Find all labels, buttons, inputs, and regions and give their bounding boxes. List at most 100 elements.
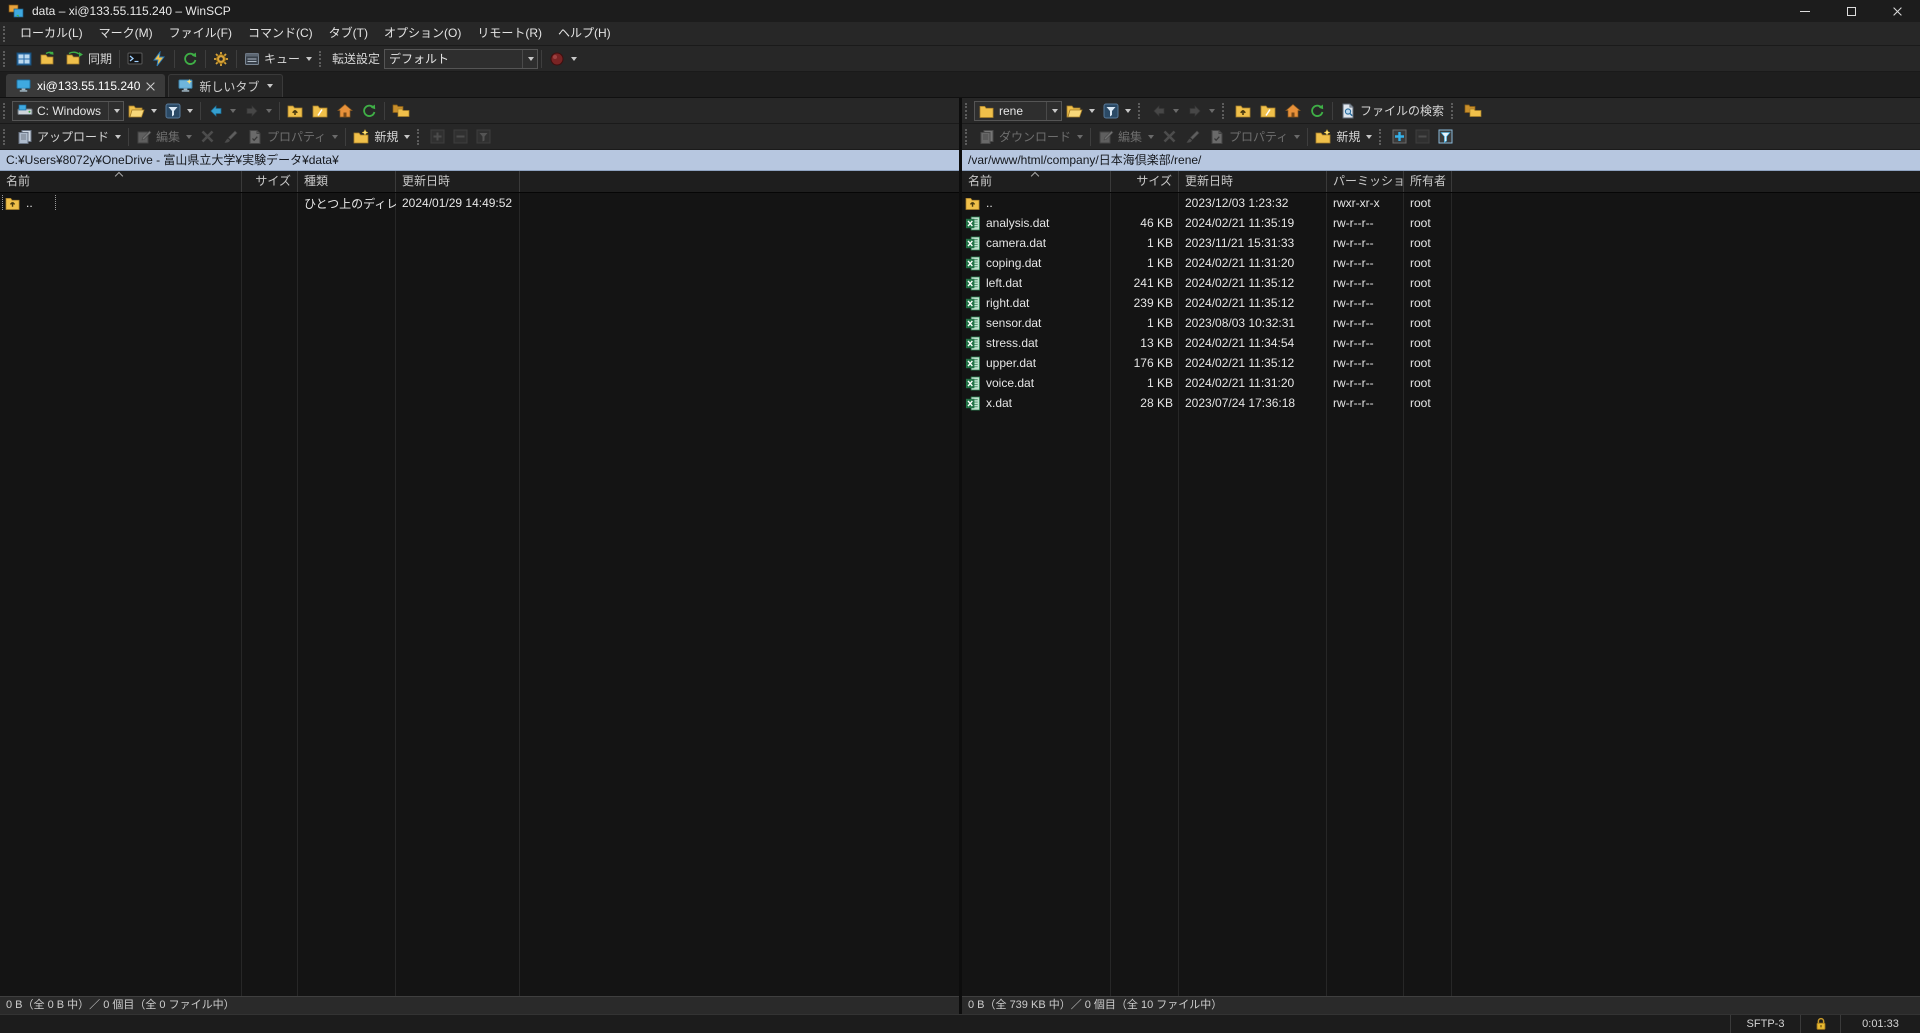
remote-forward-button[interactable] [1183, 100, 1219, 122]
remote-open-directory-button[interactable] [1062, 100, 1099, 122]
local-open-directory-button[interactable] [124, 100, 161, 122]
open-terminal-button[interactable] [123, 48, 147, 70]
remote-select-remove-button[interactable] [1411, 126, 1434, 148]
local-delete-button[interactable] [196, 126, 219, 148]
toolbar-grip[interactable] [965, 103, 970, 119]
column-header-type[interactable]: 種類 [298, 171, 396, 192]
local-path-bar[interactable]: C:¥Users¥8072y¥OneDrive - 富山県立大学¥実験データ¥d… [0, 150, 959, 171]
menu-item[interactable]: オプション(O) [376, 22, 469, 45]
local-edit-button[interactable]: 編集 [132, 126, 196, 148]
local-refresh-button[interactable] [357, 100, 381, 122]
table-row[interactable]: analysis.dat 46 KB 2024/02/21 11:35:19 r… [962, 213, 1920, 233]
toolbar-grip[interactable] [1138, 103, 1143, 119]
synchronize-button[interactable]: 同期 [62, 48, 116, 70]
dock-layout-button[interactable] [12, 48, 36, 70]
download-button[interactable]: ダウンロード [974, 126, 1087, 148]
local-selection-filter-button[interactable] [472, 126, 495, 148]
remote-filter-button[interactable] [1099, 100, 1135, 122]
column-header-modified[interactable]: 更新日時 [1179, 171, 1327, 192]
local-drive-select[interactable]: C: Windows [12, 101, 124, 121]
local-new-button[interactable]: 新規 [349, 126, 414, 148]
keep-up-to-date-button[interactable] [36, 48, 62, 70]
table-row[interactable]: .. 2023/12/03 1:23:32 rwxr-xr-x root [962, 193, 1920, 213]
preferences-button[interactable] [209, 48, 233, 70]
local-home-button[interactable] [333, 100, 357, 122]
column-header-modified[interactable]: 更新日時 [396, 171, 520, 192]
remote-selection-filter-button[interactable] [1434, 126, 1457, 148]
toolbar-grip[interactable] [965, 129, 970, 145]
transfer-preset-select[interactable]: デフォルト [384, 49, 538, 69]
table-row[interactable]: voice.dat 1 KB 2024/02/21 11:31:20 rw-r-… [962, 373, 1920, 393]
menu-item[interactable]: マーク(M) [91, 22, 161, 45]
local-select-add-button[interactable] [426, 126, 449, 148]
table-row[interactable]: sensor.dat 1 KB 2023/08/03 10:32:31 rw-r… [962, 313, 1920, 333]
local-synchronize-browsing-button[interactable] [388, 100, 414, 122]
column-header-owner[interactable]: 所有者 [1404, 171, 1452, 192]
local-filter-button[interactable] [161, 100, 197, 122]
toolbar-grip[interactable] [3, 51, 8, 67]
remote-select-add-button[interactable] [1388, 126, 1411, 148]
table-row[interactable]: camera.dat 1 KB 2023/11/21 15:31:33 rw-r… [962, 233, 1920, 253]
menu-item[interactable]: リモート(R) [469, 22, 550, 45]
remote-rename-button[interactable] [1181, 126, 1205, 148]
remote-go-to-directory-button[interactable] [1256, 100, 1281, 122]
toolbar-grip[interactable] [417, 129, 422, 145]
column-header-name[interactable]: 名前 [0, 171, 242, 192]
remote-edit-button[interactable]: 編集 [1094, 126, 1158, 148]
color-scheme-button[interactable] [545, 48, 581, 70]
find-files-button[interactable]: ファイルの検索 [1336, 100, 1448, 122]
close-button[interactable] [1874, 0, 1920, 22]
local-select-remove-button[interactable] [449, 126, 472, 148]
remote-synchronize-browsing-button[interactable] [1460, 100, 1486, 122]
queue-button[interactable]: キュー [240, 48, 316, 70]
remote-directory-select[interactable]: rene [974, 101, 1062, 121]
maximize-button[interactable] [1828, 0, 1874, 22]
table-row[interactable]: .. ひとつ上のディレクトリ 2024/01/29 14:49:52 [0, 193, 959, 213]
local-forward-button[interactable] [240, 100, 276, 122]
local-rename-button[interactable] [219, 126, 243, 148]
toolbar-grip[interactable] [319, 51, 324, 67]
column-header-name[interactable]: 名前 [962, 171, 1111, 192]
table-row[interactable]: right.dat 239 KB 2024/02/21 11:35:12 rw-… [962, 293, 1920, 313]
tab-close-icon[interactable] [146, 82, 155, 91]
protocol-badge[interactable]: SFTP-3 [1730, 1015, 1800, 1033]
remote-delete-button[interactable] [1158, 126, 1181, 148]
table-row[interactable]: coping.dat 1 KB 2024/02/21 11:31:20 rw-r… [962, 253, 1920, 273]
local-go-to-directory-button[interactable] [308, 100, 333, 122]
menu-item[interactable]: ローカル(L) [12, 22, 91, 45]
menubar-grip[interactable] [3, 26, 8, 42]
remote-refresh-button[interactable] [1305, 100, 1329, 122]
remote-new-button[interactable]: 新規 [1311, 126, 1376, 148]
remote-parent-directory-button[interactable] [1231, 100, 1256, 122]
menu-item[interactable]: ヘルプ(H) [550, 22, 619, 45]
menu-item[interactable]: コマンド(C) [240, 22, 321, 45]
toolbar-grip[interactable] [1451, 103, 1456, 119]
remote-properties-button[interactable]: プロパティ [1205, 126, 1304, 148]
menu-item[interactable]: ファイル(F) [161, 22, 240, 45]
column-header-size[interactable]: サイズ [1111, 171, 1179, 192]
remote-path-bar[interactable]: /var/www/html/company/日本海倶楽部/rene/ [962, 150, 1920, 171]
menu-item[interactable]: タブ(T) [321, 22, 376, 45]
encryption-status[interactable] [1800, 1015, 1840, 1033]
refresh-button[interactable] [178, 48, 202, 70]
table-row[interactable]: x.dat 28 KB 2023/07/24 17:36:18 rw-r--r-… [962, 393, 1920, 413]
column-header-permissions[interactable]: パーミッション [1327, 171, 1404, 192]
remote-back-button[interactable] [1147, 100, 1183, 122]
toolbar-grip[interactable] [3, 129, 8, 145]
toolbar-grip[interactable] [1222, 103, 1227, 119]
local-properties-button[interactable]: プロパティ [243, 126, 342, 148]
open-console-button[interactable] [147, 48, 171, 70]
table-row[interactable]: stress.dat 13 KB 2024/02/21 11:34:54 rw-… [962, 333, 1920, 353]
minimize-button[interactable] [1782, 0, 1828, 22]
toolbar-grip[interactable] [1379, 129, 1384, 145]
toolbar-grip[interactable] [3, 103, 8, 119]
local-back-button[interactable] [204, 100, 240, 122]
tab-session[interactable]: xi@133.55.115.240 [6, 74, 165, 97]
table-row[interactable]: upper.dat 176 KB 2024/02/21 11:35:12 rw-… [962, 353, 1920, 373]
local-parent-directory-button[interactable] [283, 100, 308, 122]
table-row[interactable]: left.dat 241 KB 2024/02/21 11:35:12 rw-r… [962, 273, 1920, 293]
upload-button[interactable]: アップロード [12, 126, 125, 148]
remote-home-button[interactable] [1281, 100, 1305, 122]
column-header-size[interactable]: サイズ [242, 171, 298, 192]
tab-new[interactable]: 新しいタブ [168, 74, 283, 97]
